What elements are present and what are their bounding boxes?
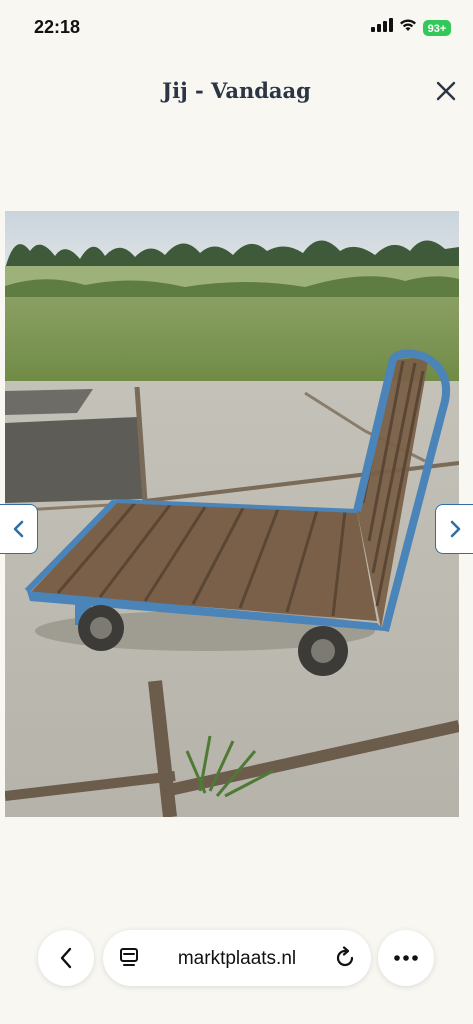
close-icon xyxy=(436,81,456,101)
status-icons: 93+ xyxy=(371,18,451,37)
page-title: Jij - Vandaag xyxy=(162,78,311,103)
previous-photo-button[interactable] xyxy=(0,504,38,554)
battery-icon: 93+ xyxy=(423,19,451,36)
reload-icon[interactable] xyxy=(333,946,357,975)
next-photo-button[interactable] xyxy=(435,504,473,554)
chevron-left-icon xyxy=(60,947,72,969)
status-time: 22:18 xyxy=(34,17,81,37)
cart-photo-image xyxy=(5,211,459,817)
signal-icon xyxy=(371,18,393,37)
url-text[interactable]: marktplaats.nl xyxy=(103,948,371,970)
more-button[interactable] xyxy=(378,930,434,986)
back-button[interactable] xyxy=(38,930,94,986)
more-icon xyxy=(394,955,418,961)
close-button[interactable] xyxy=(431,76,461,106)
status-bar: 22:18 93+ xyxy=(0,0,473,56)
address-bar[interactable]: marktplaats.nl xyxy=(103,930,371,986)
listing-photo xyxy=(5,211,459,817)
wifi-icon xyxy=(399,18,417,37)
chevron-left-icon xyxy=(13,520,23,538)
viewer-header: Jij - Vandaag xyxy=(0,70,473,114)
browser-toolbar: marktplaats.nl xyxy=(0,928,473,988)
chevron-right-icon xyxy=(450,520,460,538)
